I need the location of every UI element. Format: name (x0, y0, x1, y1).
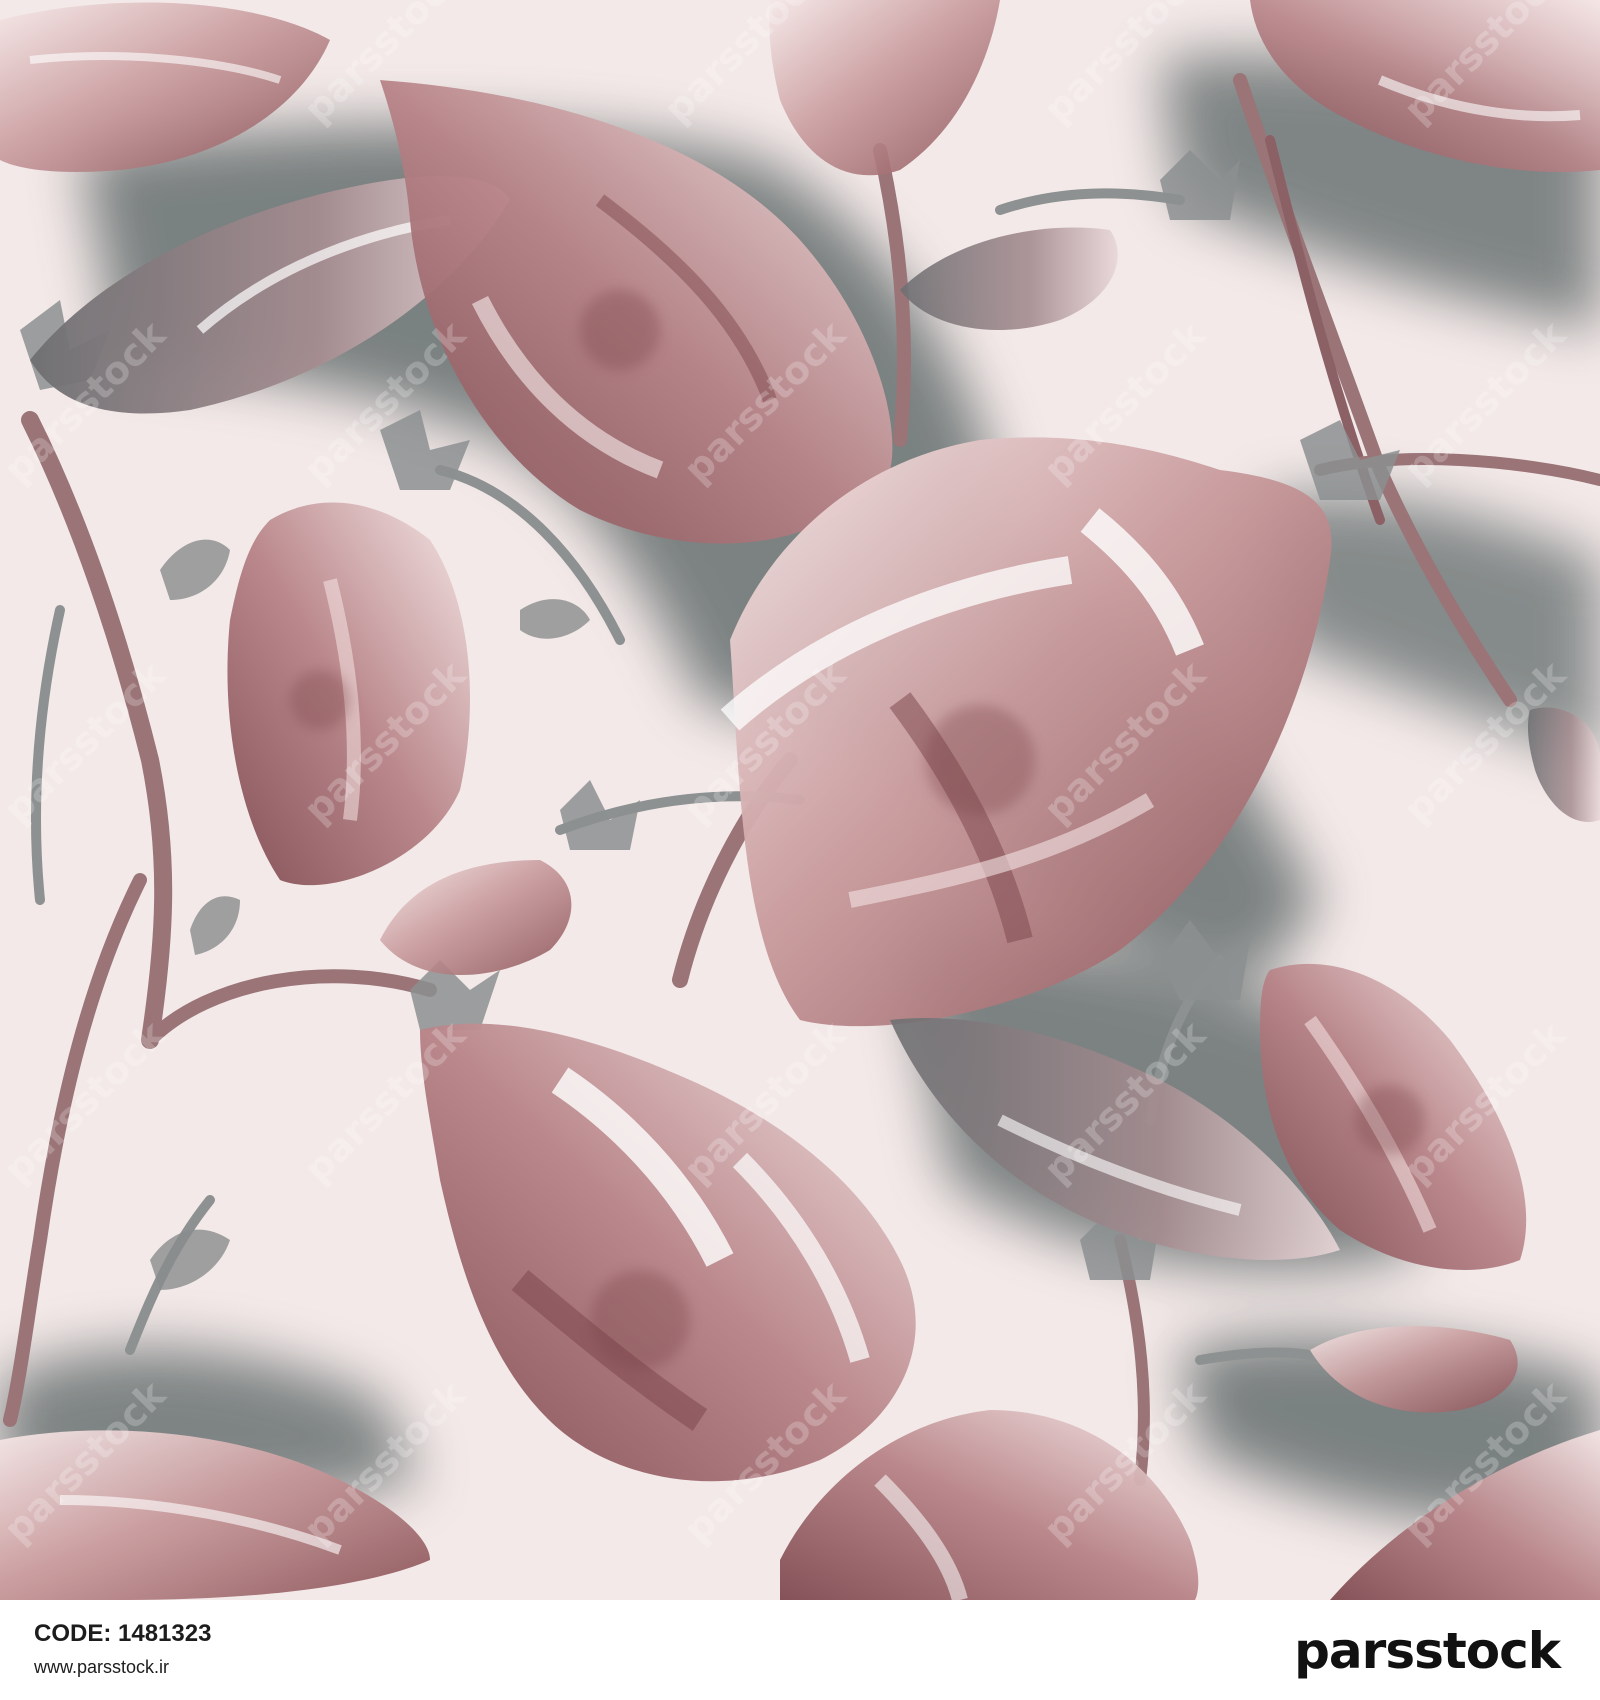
code-label: CODE: (34, 1620, 112, 1647)
watercolor-floral-pattern: parsstock parsstock parsstock parsstock … (0, 0, 1600, 1600)
image-metadata: CODE: 1481323 www.parsstock.ir (34, 1620, 634, 1678)
code-value: 1481323 (118, 1620, 212, 1647)
image-code: CODE: 1481323 (34, 1620, 634, 1648)
stock-image-page: parsstock parsstock parsstock parsstock … (0, 0, 1600, 1700)
brand-logo: parsstock (1294, 1616, 1561, 1686)
stock-info-footer: CODE: 1481323 www.parsstock.ir parsstock (0, 1600, 1600, 1700)
brand-name: parsstock (1294, 1622, 1561, 1680)
floral-illustration (0, 0, 1600, 1600)
site-url: www.parsstock.ir (34, 1657, 170, 1677)
